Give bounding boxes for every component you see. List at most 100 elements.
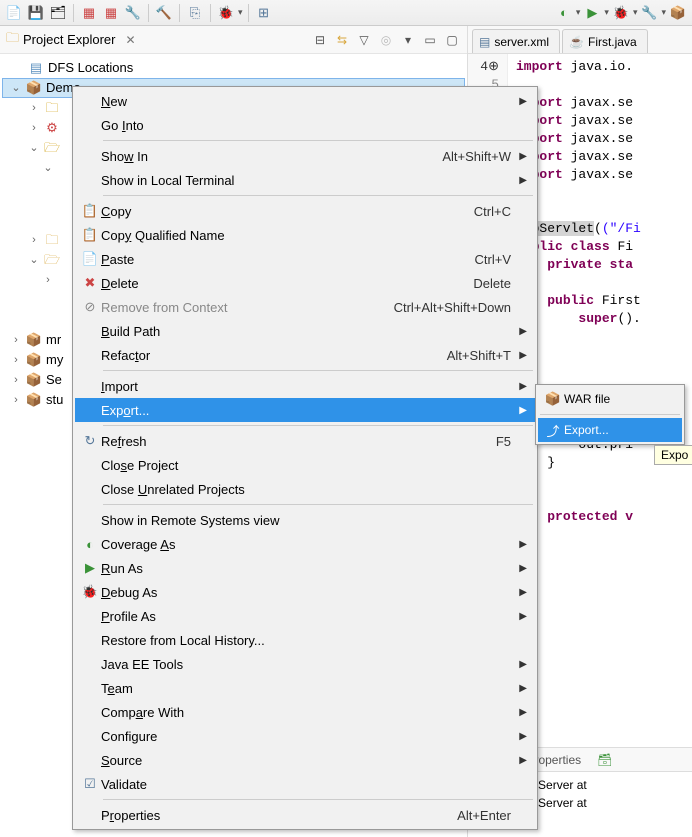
submenu-arrow-icon: ▶	[519, 350, 527, 361]
menu-debugas[interactable]: 🐞 Debug As ▶	[75, 580, 535, 604]
menu-separator	[103, 195, 533, 196]
tree-item-dfs[interactable]: ▤ DFS Locations	[2, 58, 465, 78]
expand-icon[interactable]: ›	[10, 330, 22, 350]
menu-paste[interactable]: 📄 Paste Ctrl+V	[75, 247, 535, 271]
menu-profileas[interactable]: Profile As ▶	[75, 604, 535, 628]
menu-export[interactable]: Export... ▶	[75, 398, 535, 422]
menu-showin[interactable]: Show In Alt+Shift+W ▶	[75, 144, 535, 168]
project-icon: 📦	[26, 332, 42, 348]
menu-separator	[103, 140, 533, 141]
close-panel-icon[interactable]: ✕	[126, 33, 136, 47]
external-icon[interactable]: 🔧	[639, 3, 659, 23]
window-icon[interactable]: ⊞	[254, 3, 274, 23]
editor-tabs: ▤ server.xml ☕ First.java	[468, 26, 692, 54]
menu-closeunrel[interactable]: Close Unrelated Projects	[75, 477, 535, 501]
coverage-icon: ◐	[79, 537, 101, 552]
submenu-warfile[interactable]: 📦 WAR file	[538, 387, 682, 411]
run-icon[interactable]: ▶	[582, 3, 602, 23]
filter-icon[interactable]: ▽	[355, 31, 373, 49]
expand-icon[interactable]: ›	[10, 370, 22, 390]
outline-icon[interactable]: ▦	[79, 3, 99, 23]
submenu-arrow-icon: ▶	[519, 563, 527, 574]
toolbar-separator	[210, 4, 211, 22]
wrench-icon[interactable]: 🔧	[123, 3, 143, 23]
debug2-icon[interactable]: 🐞	[611, 3, 631, 23]
menu-refactor[interactable]: Refactor Alt+Shift+T ▶	[75, 343, 535, 367]
project-explorer-icon: 🗀	[6, 29, 19, 51]
collapse-icon[interactable]: ⌄	[10, 78, 22, 98]
expand-icon[interactable]: ›	[10, 350, 22, 370]
menu-source[interactable]: Source ▶	[75, 748, 535, 772]
toolbar-separator	[73, 4, 74, 22]
menu-new[interactable]: New ▶	[75, 89, 535, 113]
saveall-icon[interactable]: 🗂	[48, 3, 68, 23]
newpkg-icon[interactable]: 📦	[668, 3, 688, 23]
copyqn-icon: 📋	[79, 227, 101, 243]
menu-properties[interactable]: Properties Alt+Enter	[75, 803, 535, 827]
copy-icon: 📋	[79, 203, 101, 219]
dfs-icon: ▤	[28, 60, 44, 76]
collapse-all-icon[interactable]: ⊟	[311, 31, 329, 49]
menu-gointo[interactable]: Go Into	[75, 113, 535, 137]
refresh-icon: ↻	[79, 433, 101, 449]
focus-icon[interactable]: ◎	[377, 31, 395, 49]
collapse-icon[interactable]: ⌄	[42, 158, 54, 178]
menu-team[interactable]: Team ▶	[75, 676, 535, 700]
expand-icon[interactable]: ›	[28, 98, 40, 118]
menu-configure[interactable]: Configure ▶	[75, 724, 535, 748]
menu-refresh[interactable]: ↻ Refresh F5	[75, 429, 535, 453]
run-icon: ▶	[79, 560, 101, 576]
project-icon: 📦	[26, 392, 42, 408]
debug-icon[interactable]: 🐞	[216, 3, 236, 23]
submenu-arrow-icon: ▶	[519, 707, 527, 718]
hammer-icon[interactable]: 🔨	[154, 3, 174, 23]
maximize-icon[interactable]: ▢	[443, 31, 461, 49]
expand-icon[interactable]: ›	[10, 390, 22, 410]
collapse-icon[interactable]: ⌄	[28, 250, 40, 270]
submenu-arrow-icon: ▶	[519, 683, 527, 694]
debug-icon: 🐞	[79, 584, 101, 600]
data-sources-tab[interactable]: 🗃	[589, 749, 620, 771]
src-folder-icon: 🗁	[44, 140, 60, 156]
editor-tab-firstjava[interactable]: ☕ First.java	[562, 29, 648, 53]
menu-delete[interactable]: ✖ Delete Delete	[75, 271, 535, 295]
delete-icon: ✖	[79, 275, 101, 291]
menu-closeproj[interactable]: Close Project	[75, 453, 535, 477]
collapse-icon[interactable]: ⌄	[28, 138, 40, 158]
jax-icon: ⚙	[44, 120, 60, 136]
submenu-arrow-icon: ▶	[519, 755, 527, 766]
menu-javaee[interactable]: Java EE Tools ▶	[75, 652, 535, 676]
submenu-arrow-icon: ▶	[519, 611, 527, 622]
view-menu-icon[interactable]: ▾	[399, 31, 417, 49]
toolbar-separator	[248, 4, 249, 22]
menu-copyqn[interactable]: 📋 Copy Qualified Name	[75, 223, 535, 247]
menu-separator	[103, 370, 533, 371]
editor-tab-serverxml[interactable]: ▤ server.xml	[472, 29, 560, 53]
check-icon: ☑	[79, 776, 101, 792]
menu-compare[interactable]: Compare With ▶	[75, 700, 535, 724]
build-icon[interactable]: ▦	[101, 3, 121, 23]
project-icon: 📦	[26, 80, 42, 96]
coverage-icon[interactable]: ◐	[554, 3, 574, 23]
expand-icon[interactable]: ›	[42, 270, 54, 290]
save-icon[interactable]: 💾	[26, 3, 46, 23]
menu-copy[interactable]: 📋 Copy Ctrl+C	[75, 199, 535, 223]
submenu-export[interactable]: ⤴ Export...	[538, 418, 682, 442]
server-icon[interactable]: ⎘	[185, 3, 205, 23]
menu-runas[interactable]: ▶ Run As ▶	[75, 556, 535, 580]
menu-coverage[interactable]: ◐ Coverage As ▶	[75, 532, 535, 556]
menu-showremote[interactable]: Show in Remote Systems view	[75, 508, 535, 532]
menu-restorelocal[interactable]: Restore from Local History...	[75, 628, 535, 652]
link-editor-icon[interactable]: ⇆	[333, 31, 351, 49]
new-icon[interactable]: 📄	[4, 3, 24, 23]
menu-import[interactable]: Import ▶	[75, 374, 535, 398]
menu-validate[interactable]: ☑ Validate	[75, 772, 535, 796]
expand-icon[interactable]: ›	[28, 118, 40, 138]
minimize-icon[interactable]: ▭	[421, 31, 439, 49]
toolbar-separator	[148, 4, 149, 22]
menu-showlocal[interactable]: Show in Local Terminal ▶	[75, 168, 535, 192]
expand-icon[interactable]: ›	[28, 230, 40, 250]
project-icon: 📦	[26, 352, 42, 368]
menu-separator	[103, 425, 533, 426]
menu-buildpath[interactable]: Build Path ▶	[75, 319, 535, 343]
